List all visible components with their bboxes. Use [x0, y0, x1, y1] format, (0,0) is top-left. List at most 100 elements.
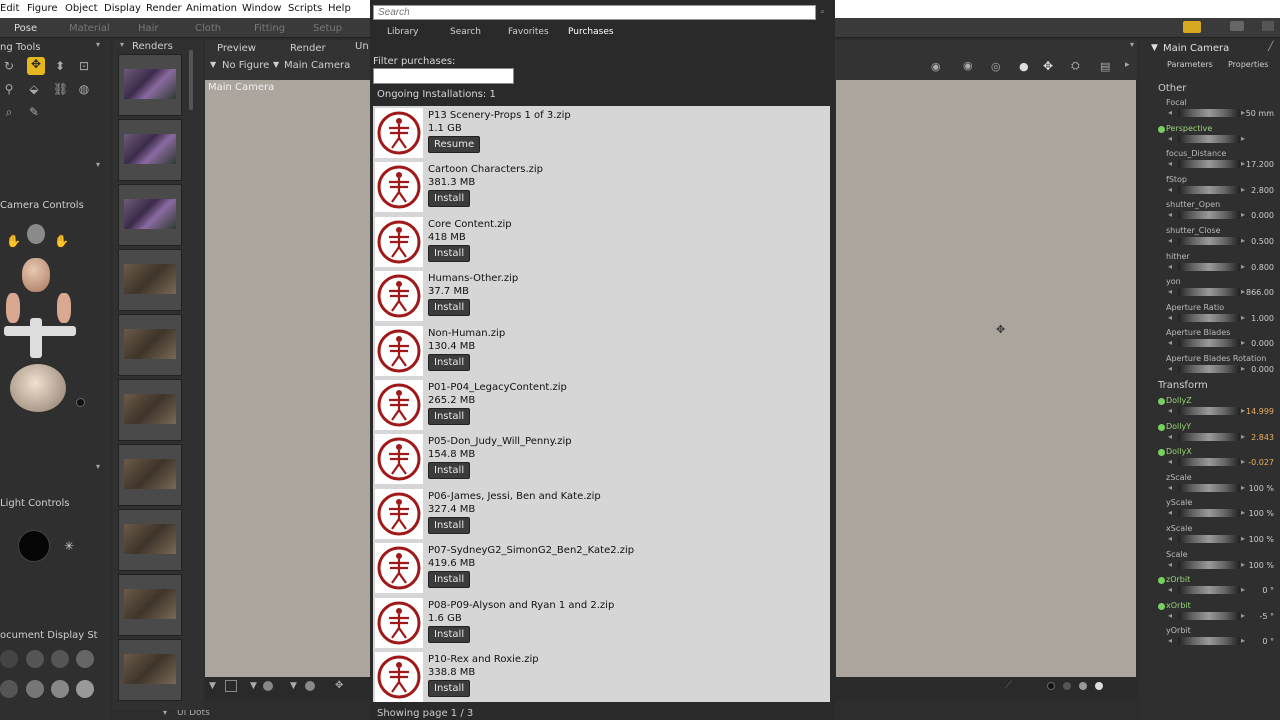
decrement-arrow-icon[interactable]: ◂	[1168, 508, 1172, 517]
decrement-arrow-icon[interactable]: ◂	[1168, 406, 1172, 415]
decrement-arrow-icon[interactable]: ◂	[1168, 108, 1172, 117]
section-transform[interactable]: Transform	[1158, 380, 1208, 391]
camera-select[interactable]: Main Camera	[284, 60, 350, 71]
parameter-value[interactable]: 100 %	[1249, 535, 1274, 544]
sphere-icon[interactable]	[305, 681, 315, 691]
group-icon[interactable]: ⛭	[1071, 59, 1080, 73]
panel-menu-icon[interactable]: ▾	[96, 160, 100, 169]
parameter-dial[interactable]	[1178, 237, 1240, 245]
menu-object[interactable]: Object	[65, 3, 98, 14]
chevron-down-icon[interactable]: ▼	[290, 681, 297, 691]
parameter-dial[interactable]	[1178, 313, 1240, 322]
tab-material[interactable]: Material	[69, 23, 110, 34]
install-button[interactable]: Install	[428, 408, 471, 425]
display-style-icon[interactable]	[26, 680, 44, 698]
parameter-dial[interactable]	[1178, 586, 1240, 595]
parameter-dial[interactable]	[1178, 407, 1240, 415]
display-style-icon[interactable]	[0, 650, 18, 668]
parameter-dial[interactable]	[1178, 560, 1240, 569]
decrement-arrow-icon[interactable]: ◂	[1168, 560, 1172, 569]
dot-icon[interactable]	[1079, 682, 1087, 690]
increment-arrow-icon[interactable]: ▸	[1241, 236, 1245, 245]
menu-scripts[interactable]: Scripts	[288, 3, 322, 14]
chat-icon[interactable]	[1230, 21, 1244, 31]
parameter-value[interactable]: 0.000	[1251, 211, 1274, 220]
decrement-arrow-icon[interactable]: ◂	[1168, 236, 1172, 245]
chevron-down-icon[interactable]: ▼	[273, 60, 279, 69]
decrement-arrow-icon[interactable]: ◂	[1168, 159, 1172, 168]
decrement-arrow-icon[interactable]: ◂	[1168, 483, 1172, 492]
increment-arrow-icon[interactable]: ▸	[1241, 313, 1245, 322]
parameter-dial[interactable]	[1178, 339, 1240, 348]
decrement-arrow-icon[interactable]: ◂	[1168, 432, 1172, 441]
right-hand-camera-icon[interactable]	[57, 293, 71, 323]
renders-scrollbar[interactable]	[189, 50, 193, 110]
parameter-value[interactable]: 100 %	[1249, 561, 1274, 570]
tab-search[interactable]: Search	[450, 27, 481, 37]
render-thumbnail[interactable]	[118, 574, 182, 636]
viewport-left[interactable]: Main Camera	[205, 80, 370, 677]
display-style-icon[interactable]	[0, 680, 18, 698]
panel-menu-icon[interactable]: ▾	[96, 40, 100, 49]
chevron-down-icon[interactable]: ▾	[120, 40, 124, 49]
move-icon[interactable]: ⬍	[53, 59, 67, 73]
decrement-arrow-icon[interactable]: ◂	[1168, 210, 1172, 219]
filter-purchases-input[interactable]	[373, 68, 514, 84]
increment-arrow-icon[interactable]: ▸	[1241, 611, 1245, 620]
parameter-value[interactable]: 50 mm	[1246, 109, 1274, 118]
increment-arrow-icon[interactable]: ▸	[1241, 108, 1245, 117]
tab-pose[interactable]: Pose	[14, 23, 37, 34]
taper-icon[interactable]: ⬙	[27, 82, 41, 96]
parameter-dial[interactable]	[1178, 160, 1240, 169]
parameter-dial[interactable]	[1178, 483, 1240, 492]
parameter-value[interactable]: 0.800	[1251, 263, 1274, 272]
display-style-icon[interactable]	[76, 650, 94, 668]
right-hand-icon[interactable]: ✋	[54, 234, 69, 248]
dot-icon[interactable]	[1063, 682, 1071, 690]
parameter-value[interactable]: 17.200	[1246, 160, 1274, 169]
move-icon[interactable]: ✥	[335, 680, 343, 691]
section-other[interactable]: Other	[1158, 83, 1186, 94]
increment-arrow-icon[interactable]: ▸	[1241, 432, 1245, 441]
parameter-dial[interactable]	[1178, 288, 1240, 297]
record-icon[interactable]: ●	[1019, 60, 1029, 73]
decrement-arrow-icon[interactable]: ◂	[1168, 134, 1172, 143]
tab-unknown[interactable]: Un	[355, 41, 369, 52]
install-button[interactable]: Install	[428, 462, 471, 480]
drag-icon[interactable]: ✥	[1043, 59, 1053, 73]
translate-icon[interactable]: ✥	[27, 57, 45, 75]
increment-arrow-icon[interactable]: ▸	[1241, 262, 1245, 271]
increment-arrow-icon[interactable]: ▸	[1241, 483, 1245, 492]
parameter-dial[interactable]	[1178, 458, 1240, 467]
increment-arrow-icon[interactable]: ▸	[1241, 534, 1245, 543]
parameter-value[interactable]: 0 °	[1262, 586, 1274, 595]
head-figure-icon[interactable]	[22, 258, 50, 292]
scale-icon[interactable]: ⊡	[77, 59, 91, 73]
help-icon[interactable]	[1262, 21, 1274, 31]
panel-menu-icon[interactable]: ▾	[96, 462, 100, 471]
install-button[interactable]: Install	[428, 516, 471, 534]
decrement-arrow-icon[interactable]: ◂	[1168, 611, 1172, 620]
chevron-down-icon[interactable]: ▼	[250, 681, 257, 691]
menu-display[interactable]: Display	[104, 3, 141, 14]
install-button[interactable]: Install	[428, 190, 471, 208]
menu-edit[interactable]: Edit	[0, 3, 19, 14]
resize-icon[interactable]: ⟋	[1005, 680, 1012, 691]
tab-parameters[interactable]: Parameters	[1167, 60, 1213, 69]
decrement-arrow-icon[interactable]: ◂	[1168, 338, 1172, 347]
dot-icon[interactable]	[1095, 682, 1103, 690]
decrement-arrow-icon[interactable]: ◂	[1168, 636, 1172, 645]
render-thumbnail[interactable]	[118, 509, 182, 571]
display-style-icon[interactable]	[51, 680, 69, 698]
left-hand-camera-icon[interactable]	[6, 293, 20, 323]
camera-icon[interactable]: ◉	[963, 59, 973, 72]
parameter-value[interactable]: 0.500	[1251, 237, 1274, 246]
parameter-dial[interactable]	[1178, 535, 1240, 543]
tab-hair[interactable]: Hair	[138, 23, 159, 34]
decrement-arrow-icon[interactable]: ◂	[1168, 585, 1172, 594]
parameter-dial[interactable]	[1178, 109, 1240, 117]
notification-icon[interactable]	[1183, 21, 1201, 33]
parameter-value[interactable]: 1.000	[1251, 314, 1274, 323]
tab-fitting[interactable]: Fitting	[254, 23, 285, 34]
increment-arrow-icon[interactable]: ▸	[1241, 338, 1245, 347]
